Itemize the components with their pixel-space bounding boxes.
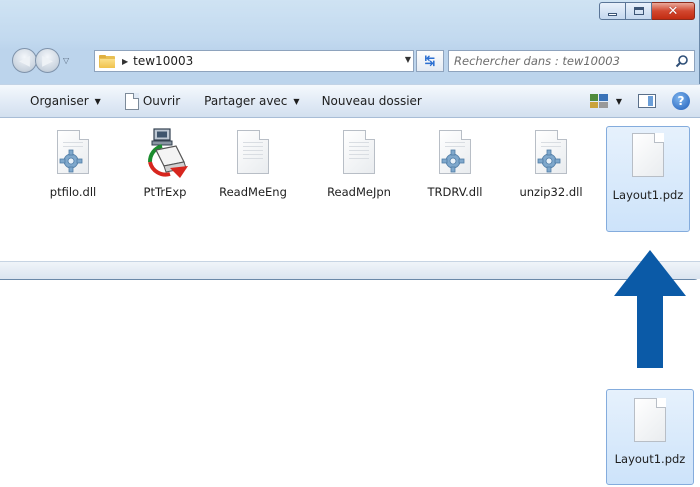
file-name: ReadMeJpn [327, 185, 391, 199]
dragged-file-item[interactable]: Layout1.pdz [606, 389, 694, 485]
file-item[interactable]: ReadMeEng [210, 124, 296, 234]
address-history-dropdown-icon[interactable]: ▼ [405, 55, 411, 64]
arrow-left-icon: ◀ [19, 52, 30, 69]
breadcrumb-folder[interactable]: tew10003 [133, 54, 193, 68]
share-label: Partager avec [204, 94, 288, 108]
details-pane [0, 261, 700, 279]
view-options-dropdown-icon[interactable]: ▼ [616, 97, 622, 106]
help-icon[interactable]: ? [672, 92, 690, 110]
search-input[interactable] [454, 54, 654, 68]
file-name: unzip32.dll [519, 185, 583, 199]
recent-pages-dropdown[interactable]: ▽ [63, 56, 73, 66]
forward-button[interactable]: ▶ [35, 48, 60, 73]
file-name: ptfilo.dll [49, 185, 97, 199]
navigation-buttons: ◀ ▶ ▽ [12, 48, 73, 73]
search-icon[interactable] [675, 54, 689, 68]
new-folder-button[interactable]: Nouveau dossier [316, 89, 428, 113]
file-item[interactable]: unzip32.dll [508, 124, 594, 234]
preview-pane-icon[interactable] [638, 94, 656, 108]
change-view-icon[interactable] [589, 94, 608, 108]
file-item[interactable]: ReadMeJpn [316, 124, 402, 234]
document-icon [228, 128, 278, 180]
dll-gear-icon [48, 128, 98, 180]
window-controls: ✕ [599, 2, 695, 20]
maximize-icon [633, 7, 644, 15]
file-item-selected[interactable]: Layout1.pdz [606, 126, 690, 232]
close-button[interactable]: ✕ [652, 2, 695, 20]
open-button[interactable]: Ouvrir [119, 89, 186, 113]
chevron-down-icon: ▼ [293, 96, 300, 106]
command-bar: Organiser ▼ Ouvrir Partager avec ▼ Nouve… [0, 84, 700, 118]
file-name: Layout1.pdz [614, 452, 686, 466]
organize-menu[interactable]: Organiser ▼ [24, 89, 107, 113]
close-icon: ✕ [667, 3, 679, 19]
document-icon [625, 396, 675, 448]
title-bar: ✕ [0, 0, 699, 44]
search-box[interactable] [448, 50, 695, 72]
dll-gear-icon [430, 128, 480, 180]
folder-icon [99, 54, 115, 68]
explorer-window: ✕ ◀ ▶ ▽ ▶ tew10003 ▼ ↹ Organiser ▼ [0, 0, 700, 280]
refresh-button[interactable]: ↹ [416, 50, 444, 72]
document-icon [124, 92, 139, 110]
open-label: Ouvrir [142, 94, 181, 108]
address-bar[interactable]: ▶ tew10003 ▼ [94, 50, 414, 72]
transfer-app-icon [140, 128, 190, 180]
breadcrumb-separator-icon[interactable]: ▶ [122, 57, 128, 66]
arrow-right-icon: ▶ [42, 52, 53, 69]
minimize-button[interactable] [599, 2, 626, 20]
document-icon [623, 131, 673, 183]
file-name: PtTrExp [143, 185, 187, 199]
back-button[interactable]: ◀ [12, 48, 37, 73]
minimize-icon [608, 12, 617, 16]
dll-gear-icon [526, 128, 576, 180]
file-name: Layout1.pdz [612, 188, 684, 202]
new-folder-label: Nouveau dossier [321, 94, 422, 108]
file-item[interactable]: TRDRV.dll [412, 124, 498, 234]
file-name: ReadMeEng [219, 185, 287, 199]
maximize-button[interactable] [626, 2, 652, 20]
file-list: ptfilo.dll PtTrExp ReadMeEng ReadMeJpn T… [0, 118, 700, 261]
chevron-down-icon: ▼ [94, 96, 101, 106]
file-item[interactable]: ptfilo.dll [30, 124, 116, 234]
chevron-down-icon: ▽ [63, 56, 70, 65]
share-menu[interactable]: Partager avec ▼ [198, 89, 305, 113]
organize-label: Organiser [30, 94, 89, 108]
document-icon [334, 128, 384, 180]
file-name: TRDRV.dll [427, 185, 483, 199]
arrow-up-icon [614, 250, 686, 368]
file-item[interactable]: PtTrExp [122, 124, 208, 234]
view-controls: ▼ ? [589, 89, 690, 113]
refresh-icon: ↹ [424, 53, 436, 69]
